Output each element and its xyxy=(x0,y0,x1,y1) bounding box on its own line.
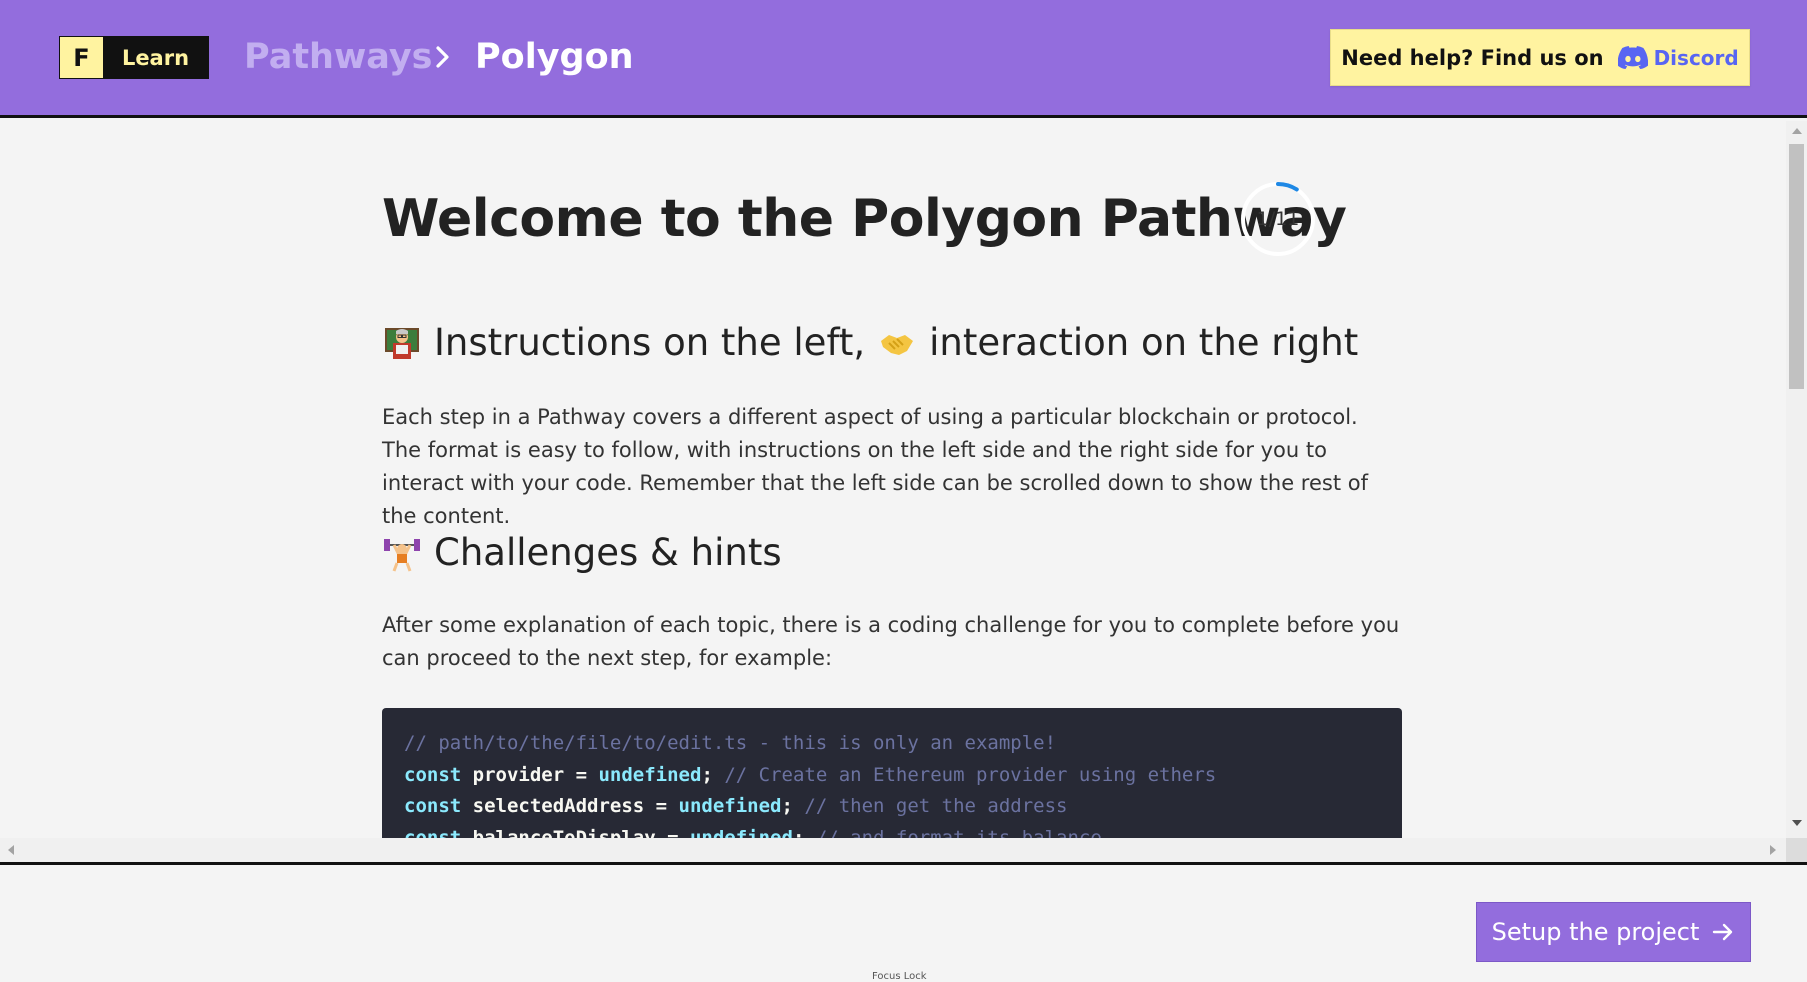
figment-learn-logo[interactable]: F Learn xyxy=(59,36,209,79)
scroll-down-icon[interactable] xyxy=(1792,820,1802,826)
logo-letter: F xyxy=(60,37,103,78)
next-step-label: Setup the project xyxy=(1491,918,1700,946)
step-progress-indicator: 1/11 xyxy=(1240,181,1316,257)
code-line: const balanceToDisplay = undefined; // a… xyxy=(404,826,1102,839)
heading-text: Challenges & hints xyxy=(434,531,782,574)
scroll-left-icon[interactable] xyxy=(8,845,14,855)
discord-link[interactable]: Discord xyxy=(1617,45,1739,70)
progress-label: 1/11 xyxy=(1256,208,1300,230)
focus-lock-label: Focus Lock xyxy=(872,971,927,982)
next-step-button[interactable]: Setup the project xyxy=(1476,902,1751,962)
arrow-right-icon xyxy=(1713,923,1733,941)
vertical-scrollbar[interactable] xyxy=(1786,121,1807,838)
chevron-right-icon xyxy=(432,34,454,80)
horizontal-scrollbar[interactable] xyxy=(0,838,1786,862)
bottom-nav-bar: Setup the project Focus Lock xyxy=(0,862,1807,982)
handshake-emoji-icon xyxy=(881,334,914,355)
logo-text: Learn xyxy=(103,37,208,78)
help-text: Need help? Find us on xyxy=(1341,45,1604,70)
discord-icon xyxy=(1617,46,1648,69)
discord-label: Discord xyxy=(1653,45,1739,70)
heading-tail-text: interaction on the right xyxy=(929,321,1359,364)
teacher-emoji-icon xyxy=(385,327,419,359)
code-example-block[interactable]: // path/to/the/file/to/edit.ts - this is… xyxy=(382,708,1402,838)
breadcrumb-pathways[interactable]: Pathways xyxy=(244,34,433,80)
heading-text: Instructions on the left, xyxy=(434,321,866,364)
top-header: F Learn Pathways Polygon Need help? Find… xyxy=(0,0,1807,118)
scrollbar-corner xyxy=(1786,838,1807,862)
discord-help-button[interactable]: Need help? Find us on Discord xyxy=(1330,29,1750,86)
section-heading-challenges: Challenges & hints xyxy=(382,531,782,574)
weightlifter-emoji-icon xyxy=(384,538,420,572)
instructions-panel[interactable]: Welcome to the Polygon Pathway 1/11 Inst… xyxy=(0,121,1786,838)
scroll-up-icon[interactable] xyxy=(1792,128,1802,134)
scroll-right-icon[interactable] xyxy=(1770,845,1776,855)
section-heading-instructions: Instructions on the left, interaction on… xyxy=(382,321,1358,364)
challenges-paragraph: After some explanation of each topic, th… xyxy=(382,613,1400,670)
page-title: Welcome to the Polygon Pathway xyxy=(382,189,1347,249)
breadcrumb-polygon: Polygon xyxy=(475,37,634,77)
instructions-paragraph: Each step in a Pathway covers a differen… xyxy=(382,405,1368,528)
code-line: const selectedAddress = undefined; // th… xyxy=(404,795,1068,817)
code-line: const provider = undefined; // Create an… xyxy=(404,763,1217,786)
vertical-scroll-thumb[interactable] xyxy=(1789,144,1804,389)
code-line: // path/to/the/file/to/edit.ts - this is… xyxy=(404,732,1057,754)
